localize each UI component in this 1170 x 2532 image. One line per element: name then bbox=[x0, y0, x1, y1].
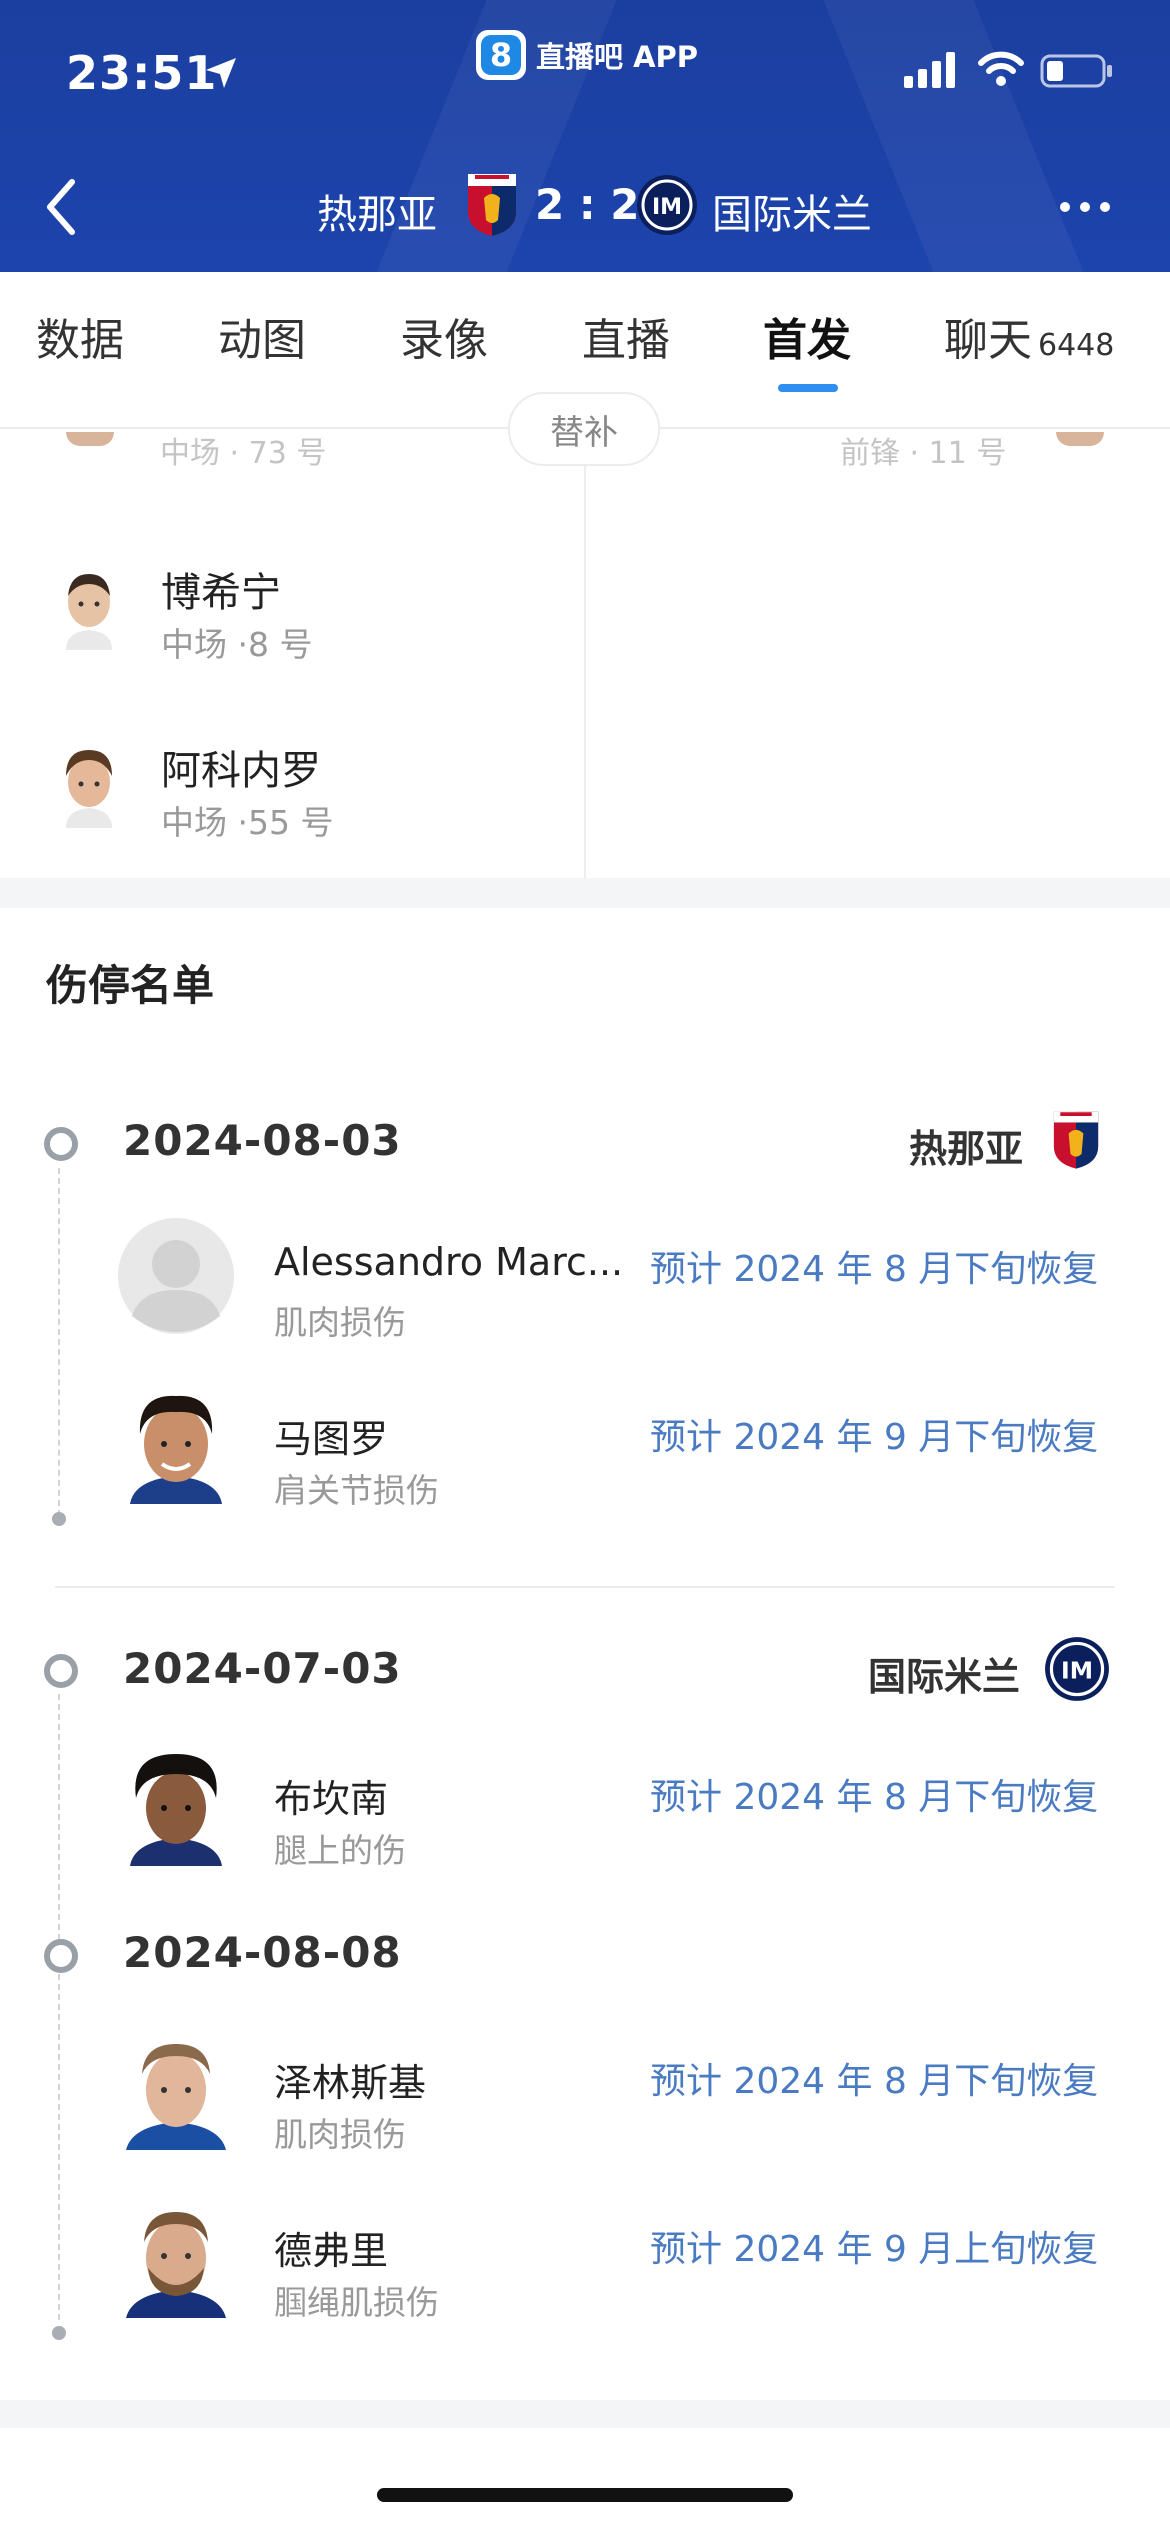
tab-lineup[interactable]: 首发 bbox=[763, 304, 851, 368]
svg-text:IM: IM bbox=[1061, 1657, 1093, 1685]
player-name: 马图罗 bbox=[274, 1417, 389, 1461]
timeline-line bbox=[58, 1168, 60, 1516]
default-avatar-icon bbox=[118, 1218, 234, 1334]
app-name: 直播吧 APP bbox=[536, 40, 699, 74]
tab-label: 录像 bbox=[400, 315, 488, 366]
cellular-signal-icon bbox=[904, 52, 955, 88]
substitutes-section: 替补 中场 · 73 号 前锋 · 11 号 博希宁 中场 ·8 号 阿科内罗 … bbox=[0, 392, 1170, 878]
inter-crest-icon: IM bbox=[1045, 1637, 1109, 1701]
recovery-estimate: 预计 2024 年 8 月下旬恢复 bbox=[650, 1777, 1099, 1818]
tab-label: 聊天 bbox=[944, 315, 1032, 366]
active-tab-indicator bbox=[778, 384, 838, 392]
timeline-dot bbox=[44, 1127, 78, 1161]
tab-live[interactable]: 直播 bbox=[582, 304, 670, 368]
battery-icon bbox=[1040, 54, 1112, 88]
player-name: 德弗里 bbox=[274, 2229, 389, 2273]
app-logo-text: 8 bbox=[481, 35, 521, 75]
recovery-estimate: 预计 2024 年 8 月下旬恢复 bbox=[650, 2061, 1099, 2102]
match-score: 2 : 2 bbox=[535, 180, 640, 229]
tab-data[interactable]: 数据 bbox=[36, 304, 124, 368]
tab-video[interactable]: 录像 bbox=[400, 304, 488, 368]
player-position: 中场 ·8 号 bbox=[161, 625, 313, 664]
tab-label: 动图 bbox=[218, 315, 306, 366]
injury-team-name: 国际米兰 bbox=[868, 1655, 1021, 1699]
player-avatar bbox=[66, 574, 112, 650]
section-separator bbox=[0, 878, 1170, 908]
tab-gifs[interactable]: 动图 bbox=[218, 304, 306, 368]
injury-type: 肩关节损伤 bbox=[274, 1471, 439, 1510]
injury-type: 肌肉损伤 bbox=[274, 1303, 406, 1342]
app-logo-icon: 8 bbox=[476, 30, 526, 80]
timeline-line bbox=[58, 1694, 60, 2320]
score-row: 热那亚 2 : 2 IM 国际米兰 bbox=[0, 172, 1170, 242]
tab-bar: 数据 动图 录像 直播 首发 聊天 6448 bbox=[0, 272, 1170, 393]
recovery-estimate: 预计 2024 年 9 月下旬恢复 bbox=[650, 1417, 1099, 1458]
status-time: 23:51 bbox=[66, 46, 218, 100]
more-options-button[interactable] bbox=[1060, 202, 1110, 212]
injury-type: 腘绳肌损伤 bbox=[274, 2283, 439, 2322]
player-name: Alessandro Marc... bbox=[274, 1240, 624, 1284]
injury-date: 2024-08-08 bbox=[123, 1928, 402, 1977]
section-separator bbox=[0, 2400, 1170, 2428]
recovery-estimate: 预计 2024 年 9 月上旬恢复 bbox=[650, 2229, 1099, 2270]
player-avatar bbox=[130, 1754, 222, 1866]
player-avatar bbox=[126, 2044, 226, 2150]
location-arrow-icon bbox=[206, 58, 236, 88]
chat-count: 6448 bbox=[1038, 328, 1115, 363]
player-name: 阿科内罗 bbox=[161, 748, 321, 794]
player-position-faded: 中场 · 73 号 bbox=[160, 436, 327, 471]
injury-type: 腿上的伤 bbox=[274, 1831, 406, 1870]
inter-crest-icon[interactable]: IM bbox=[636, 174, 698, 236]
timeline-end-dot bbox=[52, 1512, 66, 1526]
wifi-icon bbox=[978, 51, 1024, 86]
injury-team-name: 热那亚 bbox=[909, 1127, 1024, 1171]
injury-list-title: 伤停名单 bbox=[46, 961, 215, 1010]
timeline-dot bbox=[44, 1654, 78, 1688]
player-position-faded: 前锋 · 11 号 bbox=[840, 436, 1007, 471]
divider bbox=[55, 1586, 1115, 1588]
player-position: 中场 ·55 号 bbox=[161, 803, 334, 842]
tab-label: 首发 bbox=[763, 315, 851, 366]
substitutes-label: 替补 bbox=[508, 392, 660, 466]
home-indicator[interactable] bbox=[377, 2488, 793, 2502]
player-avatar bbox=[66, 432, 114, 446]
timeline-end-dot bbox=[52, 2326, 66, 2340]
injury-date: 2024-07-03 bbox=[123, 1644, 402, 1693]
player-avatar bbox=[126, 2212, 226, 2318]
timeline-dot bbox=[44, 1939, 78, 1973]
divider bbox=[584, 424, 586, 878]
tab-label: 直播 bbox=[582, 315, 670, 366]
injury-date: 2024-08-03 bbox=[123, 1116, 402, 1165]
genoa-crest-icon[interactable] bbox=[466, 172, 518, 238]
genoa-crest-icon bbox=[1053, 1111, 1099, 1169]
player-avatar bbox=[1056, 432, 1104, 446]
player-name: 布坎南 bbox=[274, 1777, 389, 1821]
player-name: 博希宁 bbox=[161, 570, 281, 616]
svg-text:IM: IM bbox=[652, 195, 682, 220]
tab-label: 数据 bbox=[36, 315, 124, 366]
away-team-name[interactable]: 国际米兰 bbox=[712, 182, 872, 240]
player-avatar bbox=[130, 1395, 222, 1504]
home-team-name[interactable]: 热那亚 bbox=[317, 182, 437, 240]
app-badge[interactable]: 8 直播吧 APP bbox=[476, 30, 698, 80]
recovery-estimate: 预计 2024 年 8 月下旬恢复 bbox=[650, 1249, 1099, 1290]
player-name: 泽林斯基 bbox=[274, 2061, 427, 2105]
tab-chat[interactable]: 聊天 6448 bbox=[944, 304, 1114, 368]
player-avatar bbox=[66, 750, 112, 828]
match-header: 23:51 8 直播吧 APP 热那亚 2 : 2 IM 国际米兰 bbox=[0, 0, 1170, 272]
injury-type: 肌肉损伤 bbox=[274, 2115, 406, 2154]
